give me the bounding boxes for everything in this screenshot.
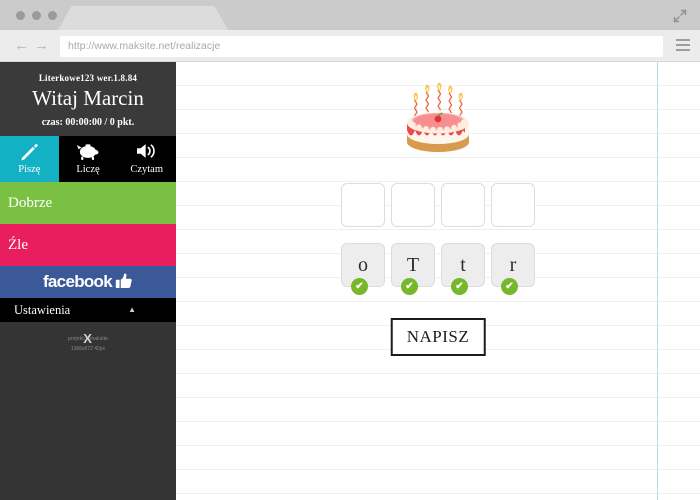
time-and-points: czas: 00:00:00 / 0 pkt.	[41, 117, 135, 128]
chevron-up-icon: ▲	[128, 305, 136, 314]
answer-slots	[341, 183, 535, 227]
browser-tab[interactable]	[58, 6, 228, 30]
hamburger-menu-icon[interactable]	[676, 39, 690, 52]
sidebar-item-czytam-label: Czytam	[130, 164, 164, 175]
minimize-button[interactable]	[32, 11, 41, 20]
piggy-bank-icon	[59, 141, 118, 163]
letter-tile-label: t	[460, 253, 466, 276]
letter-tile-label: T	[406, 253, 420, 276]
sidebar-item-czytam[interactable]: Czytam	[117, 136, 176, 182]
browser-window: ← → http://www.maksite.net/realizacje Li…	[0, 0, 700, 500]
check-icon: ✔	[401, 278, 418, 295]
browser-toolbar: ← → http://www.maksite.net/realizacje	[0, 30, 700, 62]
credit-line: projekt: X maksite	[0, 332, 176, 345]
answer-slot[interactable]	[341, 183, 385, 227]
answer-slot[interactable]	[441, 183, 485, 227]
expand-icon[interactable]	[672, 8, 688, 24]
letter-tile[interactable]: o ✔	[341, 243, 385, 295]
url-input[interactable]: http://www.maksite.net/realizacje	[60, 36, 663, 57]
forward-button[interactable]: →	[34, 38, 49, 53]
app-sidebar: Literkowe123 wer.1.8.84 Witaj Marcin cza…	[0, 62, 176, 500]
sidebar-header: Literkowe123 wer.1.8.84 Witaj Marcin cza…	[0, 62, 176, 136]
settings-label: Ustawienia	[14, 302, 71, 317]
pencil-icon	[0, 141, 59, 163]
thumbs-up-icon	[115, 272, 133, 293]
credit-name[interactable]: maksite	[90, 336, 108, 342]
letter-tile-label: r	[509, 253, 517, 276]
letter-tiles: o ✔ T ✔ t ✔ r ✔	[341, 243, 535, 295]
maximize-button[interactable]	[48, 11, 57, 20]
facebook-label: facebook	[42, 272, 113, 291]
notebook-margin-line	[657, 62, 658, 500]
check-icon: ✔	[501, 278, 518, 295]
birthday-cake-image	[393, 78, 483, 162]
status-bad[interactable]: Źle	[0, 224, 176, 266]
write-button[interactable]: NAPISZ	[390, 318, 486, 356]
answer-slot[interactable]	[391, 183, 435, 227]
speaker-icon	[117, 141, 176, 163]
letter-tile[interactable]: r ✔	[491, 243, 535, 295]
resolution-label: 1366x672 42px	[70, 346, 106, 352]
page-viewport: Literkowe123 wer.1.8.84 Witaj Marcin cza…	[0, 62, 700, 500]
app-version-label: Literkowe123 wer.1.8.84	[38, 73, 138, 83]
sidebar-item-licze-label: Liczę	[76, 164, 100, 175]
user-greeting: Witaj Marcin	[32, 86, 144, 110]
main-content: o ✔ T ✔ t ✔ r ✔ NAPISZ	[176, 62, 700, 500]
window-controls[interactable]	[16, 11, 57, 20]
close-button[interactable]	[16, 11, 25, 20]
sidebar-item-pisze-label: Piszę	[18, 164, 41, 175]
sidebar-nav: Piszę Liczę Czytam	[0, 136, 176, 182]
sidebar-item-pisze[interactable]: Piszę	[0, 136, 59, 182]
back-button[interactable]: ←	[14, 38, 29, 53]
check-icon: ✔	[451, 278, 468, 295]
letter-tile-label: o	[358, 253, 368, 276]
status-good[interactable]: Dobrze	[0, 182, 176, 224]
sidebar-footer: projekt: X maksite 1366x672 42px	[0, 322, 176, 352]
status-good-label: Dobrze	[8, 194, 53, 211]
letter-tile[interactable]: t ✔	[441, 243, 485, 295]
answer-slot[interactable]	[491, 183, 535, 227]
settings-row[interactable]: Ustawienia ▲	[0, 298, 176, 322]
facebook-button[interactable]: facebook	[0, 266, 176, 298]
browser-titlebar	[0, 0, 700, 30]
check-icon: ✔	[351, 278, 368, 295]
status-bad-label: Źle	[8, 236, 28, 253]
letter-tile[interactable]: T ✔	[391, 243, 435, 295]
sidebar-item-licze[interactable]: Liczę	[59, 136, 118, 182]
